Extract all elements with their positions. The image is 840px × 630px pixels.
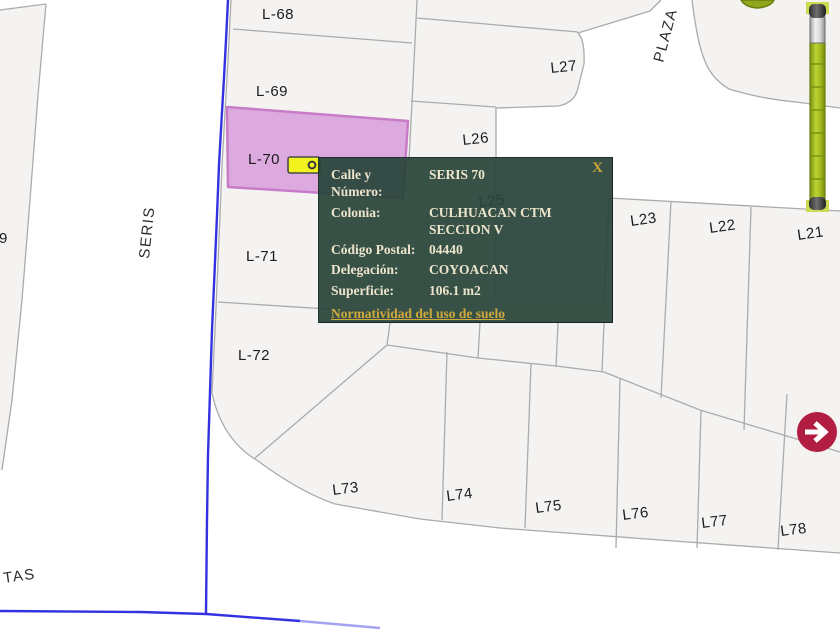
normatividad-link[interactable]: Normatividad del uso de suelo [331, 305, 505, 322]
popup-close-button[interactable]: X [592, 160, 603, 177]
parcel-label-partial-9: 9 [0, 230, 8, 247]
street-name-tas: TAS [2, 566, 37, 587]
parcel-label-l78: L78 [779, 520, 807, 540]
parcel-label-l26: L26 [462, 129, 490, 149]
field-label-delegacion: Delegación: [331, 262, 399, 278]
field-label-superficie: Superficie: [331, 282, 394, 298]
field-label-cp: Código Postal: [331, 242, 416, 258]
street-name-seris: SERIS [136, 205, 158, 259]
zoom-slider-track[interactable] [809, 41, 826, 201]
field-value-calle: SERIS 70 [429, 167, 485, 182]
parcel-label-l27: L27 [550, 57, 578, 77]
map-viewport[interactable]: L-68 L-69 L-70 L-71 L-72 L73 L74 L75 L76… [0, 0, 840, 630]
selected-parcel-marker-icon [287, 156, 321, 174]
field-value-superficie: 106.1 m2 [429, 282, 481, 298]
popup-fields: Calle y Número: SERIS 70 Colonia: CULHUA… [331, 166, 600, 299]
zoom-slider-cap-top [809, 4, 826, 18]
parcel-label-l75: L75 [534, 497, 562, 517]
field-value-cp: 04440 [429, 242, 463, 258]
parcel-label-l74: L74 [445, 485, 473, 505]
parcel-label-l76: L76 [621, 504, 649, 524]
field-value-colonia: CULHUACAN CTM SECCION V [429, 204, 552, 237]
parcel-label-l77: L77 [700, 512, 728, 532]
parcel-label-l71: L-71 [246, 248, 278, 265]
parcel-label-l69: L-69 [256, 83, 288, 100]
field-label-calle: Calle y Número: [331, 167, 383, 200]
parcel-label-l68: L-68 [262, 6, 294, 23]
parcel-label-l72: L-72 [238, 347, 270, 364]
zoom-slider-cap-bottom [809, 197, 826, 210]
zoom-slider-handle[interactable] [809, 16, 826, 44]
parcel-label-l73: L73 [331, 479, 359, 499]
field-label-colonia: Colonia: [331, 204, 381, 220]
field-value-delegacion: COYOACAN [429, 262, 509, 278]
parcel-label-l70: L-70 [248, 151, 280, 168]
pan-right-button[interactable] [797, 412, 837, 452]
parcel-info-popup: X Calle y Número: SERIS 70 Colonia: CULH… [318, 157, 613, 323]
